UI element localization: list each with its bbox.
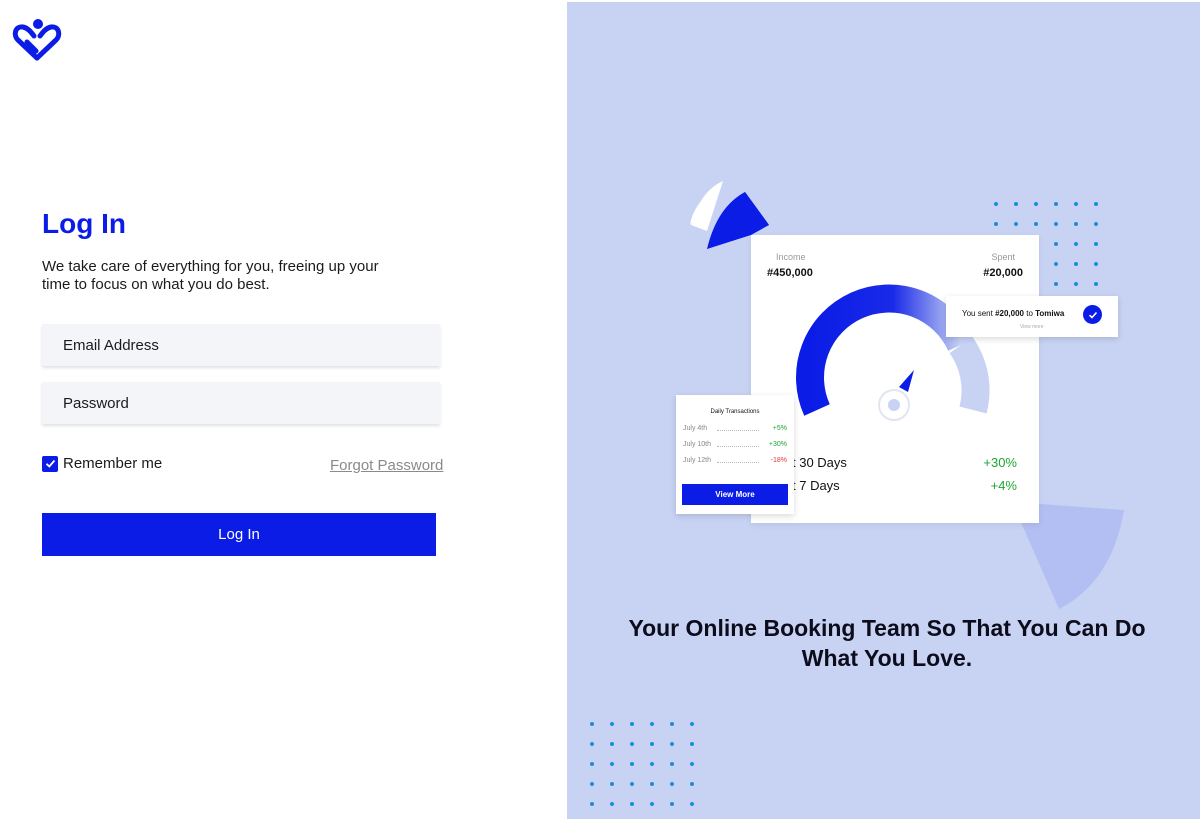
login-pane: Log In We take care of everything for yo… <box>0 0 567 819</box>
transaction-date: July 12th <box>683 457 712 464</box>
email-field[interactable] <box>42 324 440 366</box>
view-more-button[interactable]: View More <box>682 484 788 505</box>
transaction-change: +5% <box>772 425 787 432</box>
finance-card: Income #450,000 Spent #20,000 t 30 Days … <box>751 235 1039 523</box>
login-subtitle: We take care of everything for you, free… <box>42 258 379 293</box>
transaction-row: July 4th +5% <box>683 425 787 435</box>
login-button[interactable]: Log In <box>42 513 436 556</box>
password-field[interactable] <box>42 382 440 424</box>
transactions-title: Daily Transactions <box>710 409 760 415</box>
transaction-date: July 10th <box>683 441 712 448</box>
transaction-change: +30% <box>768 441 787 448</box>
transaction-row: July 10th +30% <box>683 441 787 451</box>
stat-label: t 7 Days <box>792 478 840 493</box>
heart-logo-icon <box>12 19 62 61</box>
remember-me-label: Remember me <box>63 455 163 472</box>
stat-label: t 30 Days <box>792 455 847 470</box>
notification-card: You sent #20,000 to Tomiwa View more <box>946 296 1118 337</box>
transaction-date: July 4th <box>683 425 708 432</box>
daily-transactions-card: Daily Transactions July 4th +5% July 10t… <box>676 395 794 514</box>
illustration-panel: Income #450,000 Spent #20,000 t 30 Days … <box>567 2 1200 819</box>
stat-value: +30% <box>983 455 1017 470</box>
forgot-password-link[interactable]: Forgot Password <box>330 457 443 474</box>
transaction-change: -18% <box>770 457 787 464</box>
tagline: Your Online Booking Team So That You Can… <box>628 615 1146 671</box>
remember-me-checkbox[interactable]: Remember me <box>42 455 162 472</box>
notification-text: You sent #20,000 to Tomiwa <box>962 309 1065 318</box>
stat-value: +4% <box>990 478 1017 493</box>
page-title: Log In <box>42 208 126 239</box>
notification-subtext: View more <box>1020 324 1044 330</box>
check-circle-icon <box>1083 305 1102 324</box>
checkmark-icon[interactable] <box>42 455 58 472</box>
transaction-row: July 12th -18% <box>683 457 787 467</box>
